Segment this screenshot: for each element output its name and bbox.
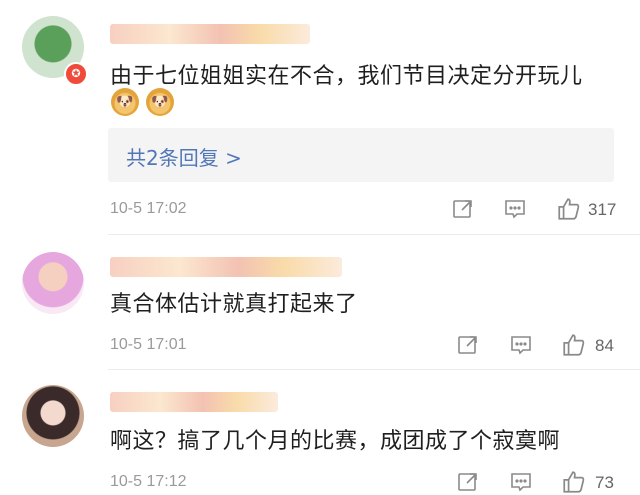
username-blurred[interactable] bbox=[110, 392, 278, 412]
comment-item: ✪ 由于七位姐姐实在不合，我们节目决定分开玩儿 🐶 🐶 共2条回复 > 10-5… bbox=[0, 0, 640, 235]
username-blurred[interactable] bbox=[110, 24, 310, 44]
comment-time: 10-5 17:12 bbox=[110, 473, 187, 490]
like-icon[interactable] bbox=[561, 332, 587, 358]
share-icon[interactable] bbox=[451, 197, 475, 221]
like-icon[interactable] bbox=[561, 469, 587, 495]
comment-icon[interactable] bbox=[509, 333, 533, 357]
like-count: 84 bbox=[595, 336, 614, 355]
verified-badge-icon: ✪ bbox=[64, 62, 88, 86]
like-count: 73 bbox=[595, 473, 614, 492]
comment-text: 由于七位姐姐实在不合，我们节目决定分开玩儿 bbox=[110, 64, 583, 89]
like-count: 317 bbox=[588, 200, 617, 219]
comment-text: 啊这？搞了几个月的比赛，成团成了个寂寞啊 bbox=[110, 429, 561, 454]
avatar[interactable] bbox=[22, 252, 84, 314]
view-replies-link[interactable]: 共2条回复 > bbox=[126, 142, 242, 171]
username-blurred[interactable] bbox=[110, 257, 342, 277]
reply-box[interactable]: 共2条回复 > bbox=[108, 128, 614, 182]
comment-item: 啊这？搞了几个月的比赛，成团成了个寂寞啊 10-5 17:12 73 bbox=[0, 370, 640, 494]
comment-time: 10-5 17:01 bbox=[110, 336, 187, 353]
avatar[interactable] bbox=[22, 385, 84, 447]
share-icon[interactable] bbox=[456, 470, 480, 494]
doge-emoji-icon: 🐶 bbox=[146, 88, 174, 116]
comment-item: 真合体估计就真打起来了 10-5 17:01 84 bbox=[0, 235, 640, 370]
like-icon[interactable] bbox=[556, 196, 582, 222]
comment-text: 真合体估计就真打起来了 bbox=[110, 292, 358, 317]
comment-icon[interactable] bbox=[509, 470, 533, 494]
doge-emoji-icon: 🐶 bbox=[111, 88, 139, 116]
comment-time: 10-5 17:02 bbox=[110, 200, 187, 217]
share-icon[interactable] bbox=[456, 333, 480, 357]
comment-icon[interactable] bbox=[503, 197, 527, 221]
